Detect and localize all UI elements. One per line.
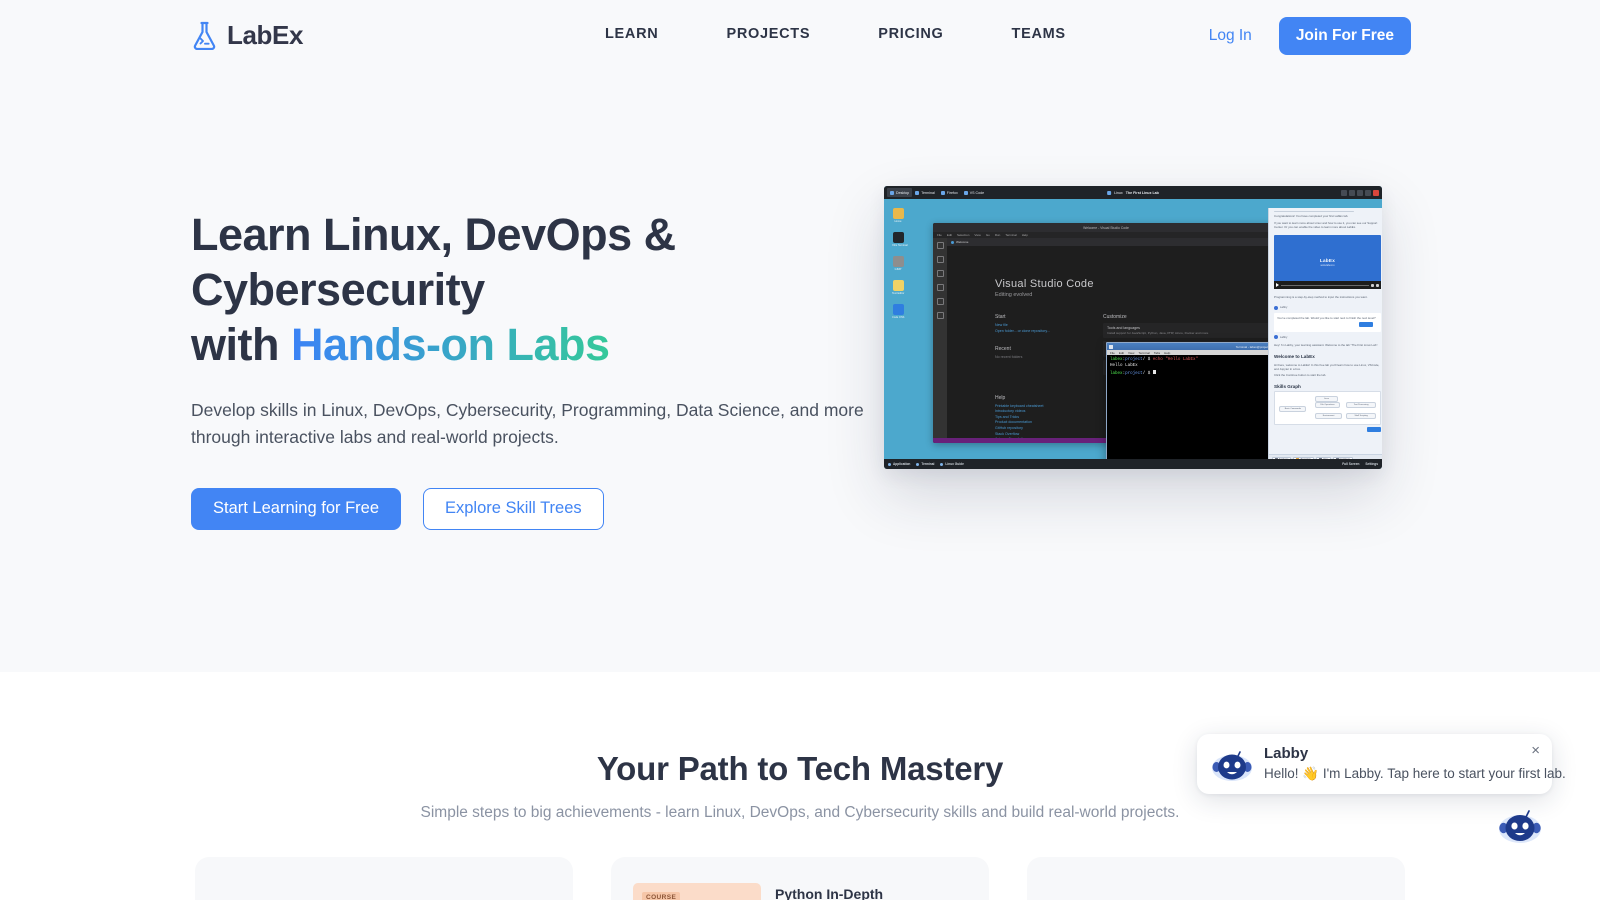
start-learning-button[interactable]: Start Learning for Free (191, 487, 401, 530)
hero-cta-group: Start Learning for Free Explore Skill Tr… (191, 487, 891, 530)
taskbar-app-firefox[interactable]: Firefox (938, 188, 961, 197)
course-badge-block: COURSE (633, 883, 761, 900)
landing-page: LabEx LEARN PROJECTS PRICING TEAMS Log I… (0, 0, 1600, 900)
guide-assistant-label: Labby (1274, 335, 1381, 340)
flask-terminal-icon (191, 21, 218, 50)
desktop-icon-code-oss[interactable]: Code OSS (892, 304, 904, 319)
labby-text: Labby Hello! 👋 I'm Labby. Tap here to st… (1264, 744, 1566, 783)
main-navigation: LEARN PROJECTS PRICING TEAMS (591, 26, 1100, 42)
guide-video-player[interactable]: LabEx www.labex.io (1274, 235, 1381, 290)
course-title: Python In-Depth Mastery (775, 886, 884, 900)
labby-chat-fab[interactable] (1498, 805, 1542, 845)
vscode-start-label: Start (995, 314, 1006, 320)
desktop-statusbar: Application Terminal Linux Guide Full Sc… (884, 459, 1382, 469)
desktop-icon-terminal[interactable]: Xfce Terminal (892, 232, 908, 247)
brand-logo[interactable]: LabEx (191, 20, 303, 51)
statusbar-item: Full Screen (1342, 462, 1360, 466)
nav-item-projects[interactable]: PROJECTS (692, 26, 844, 42)
path-card-center[interactable]: COURSE Python In-Depth Mastery → (611, 857, 989, 900)
skill-node[interactable]: Text Processing (1346, 401, 1376, 408)
desktop-icon-home[interactable]: Home (892, 208, 904, 223)
guide-continue-button[interactable] (1367, 426, 1381, 432)
vscode-editor-tab[interactable]: Welcome (947, 238, 1279, 246)
vscode-recent-empty: No recent folders (995, 355, 1023, 360)
vscode-subheading: Editing evolved (995, 292, 1033, 298)
desktop-icon-text-editor[interactable]: Text Editor (892, 280, 904, 295)
labby-name: Labby (1264, 745, 1309, 763)
nav-item-teams[interactable]: TEAMS (978, 26, 1100, 42)
skill-node[interactable]: File Operations (1314, 401, 1341, 408)
product-screenshot: Desktop Terminal Firefox VS Code Linux T… (884, 186, 1382, 469)
desktop-icons: Home Xfce Terminal GIMP Text Editor Code… (892, 208, 908, 319)
vscode-titlebar: Welcome - Visual Studio Code (933, 223, 1279, 232)
course-badge: COURSE (642, 892, 681, 900)
brand-name: LabEx (227, 20, 304, 50)
section-subtitle: Simple steps to big achievements - learn… (420, 804, 1180, 821)
hero-title-line1: Learn Linux, DevOps & Cybersecurity (191, 209, 676, 315)
desktop-taskbar: Desktop Terminal Firefox VS Code Linux T… (884, 186, 1382, 199)
skills-graph: Linux Basic Commands File Operations Tex… (1274, 390, 1381, 425)
statusbar-item: Linux Guide (940, 462, 964, 466)
nav-item-pricing[interactable]: PRICING (844, 26, 977, 42)
labby-chat-card[interactable]: Labby Hello! 👋 I'm Labby. Tap here to st… (1197, 734, 1566, 794)
auth-actions: Log In Join For Free (1209, 17, 1411, 55)
vscode-heading: Visual Studio Code (995, 278, 1094, 290)
hero-content: Learn Linux, DevOps & Cybersecurity with… (191, 208, 891, 530)
taskbar-app-desktop[interactable]: Desktop (887, 188, 913, 197)
hero-title-prefix: with (191, 318, 291, 370)
taskbar-window-title: Linux The First Linux Lab (1107, 190, 1159, 195)
path-card-left[interactable] (195, 857, 573, 900)
vscode-activity-bar[interactable] (933, 238, 947, 438)
guide-skills-heading: Skills Graph (1274, 383, 1301, 389)
statusbar-item: Settings (1365, 462, 1378, 466)
join-for-free-button[interactable]: Join For Free (1278, 17, 1411, 55)
close-icon[interactable]: × (1531, 743, 1540, 758)
statusbar-item: Application (888, 462, 910, 466)
path-cards: COURSE Python In-Depth Mastery → (0, 857, 1600, 900)
taskbar-window-controls[interactable] (1341, 189, 1379, 196)
arrow-right-icon[interactable]: → (952, 894, 967, 900)
play-icon[interactable] (1276, 283, 1279, 288)
guide-intro: Congratulations! You have completed your… (1274, 214, 1349, 219)
statusbar-item: Terminal (916, 462, 934, 466)
guide-message-2: Hey! I'm Labby, your learning assistant.… (1274, 343, 1379, 348)
vscode-customize-label: Customize (1103, 314, 1127, 320)
path-card-right[interactable] (1027, 857, 1405, 900)
guide-welcome-heading: Welcome to LabEx (1274, 353, 1315, 359)
explore-skill-trees-button[interactable]: Explore Skill Trees (423, 487, 604, 530)
guide-action-button[interactable] (1359, 322, 1373, 328)
vscode-recent-label: Recent (995, 346, 1011, 353)
skill-node[interactable]: Shell Scripting (1346, 412, 1376, 419)
skill-node[interactable]: Basic Commands (1279, 405, 1307, 412)
site-header: LabEx LEARN PROJECTS PRICING TEAMS Log I… (0, 0, 1600, 72)
vscode-customize-card[interactable]: Tools and languages Install support for … (1103, 323, 1271, 339)
vscode-start-link-open-folder[interactable]: Open folder... or clone repository... (995, 329, 1063, 335)
guide-caption: Programming is a step-by-step method to … (1274, 295, 1368, 300)
taskbar-app-vscode[interactable]: VS Code (961, 188, 987, 197)
guide-assistant-label: Labby (1274, 305, 1381, 310)
robot-avatar-icon (1211, 746, 1253, 782)
desktop-icon-gimp[interactable]: GIMP (892, 256, 904, 271)
hero-subtitle: Develop skills in Linux, DevOps, Cyberse… (191, 399, 864, 448)
guide-welcome-body: Hi there, welcome to LabEx! In this free… (1274, 362, 1380, 371)
hero-title-highlight: Hands-on Labs (290, 318, 610, 370)
login-link[interactable]: Log In (1209, 27, 1279, 45)
page-title: Learn Linux, DevOps & Cybersecurity with… (191, 208, 891, 373)
guide-welcome-action: Click the Continue button to start the l… (1274, 373, 1327, 378)
taskbar-app-terminal[interactable]: Terminal (912, 188, 938, 197)
video-controls[interactable] (1274, 281, 1381, 290)
skill-node[interactable]: Linux (1314, 395, 1338, 402)
vscode-help-label: Help (995, 394, 1006, 401)
labby-message: Hello! 👋 I'm Labby. Tap here to start yo… (1264, 765, 1566, 781)
nav-item-learn[interactable]: LEARN (591, 26, 692, 42)
skill-node[interactable]: Environment (1314, 412, 1343, 419)
lab-guide-panel: Congratulations! You have completed your… (1268, 208, 1382, 464)
guide-note: If you want to learn more about Linux an… (1274, 220, 1378, 230)
guide-message: You've completed the lab. Would you like… (1274, 312, 1381, 333)
